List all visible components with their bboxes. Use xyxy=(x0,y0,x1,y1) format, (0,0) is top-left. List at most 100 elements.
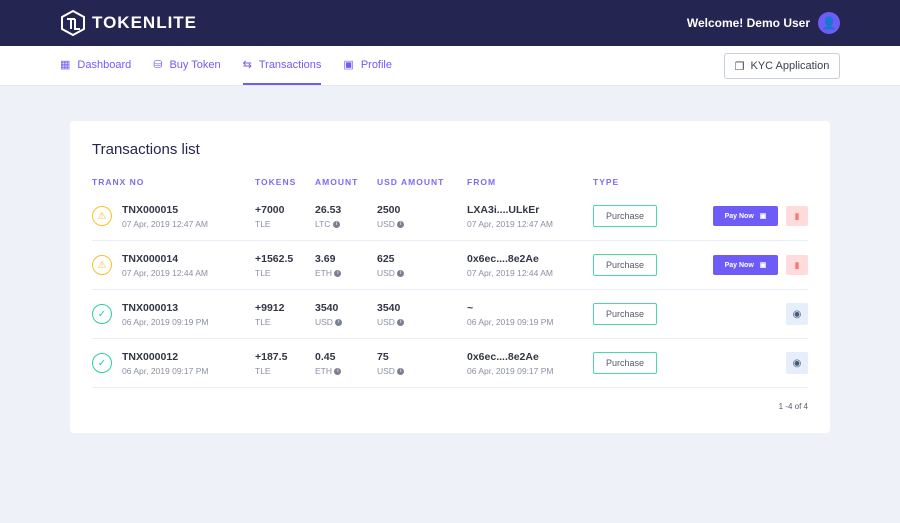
table-row: ✓ TNX000012 06 Apr, 2019 09:17 PM +187.5 TL… xyxy=(92,339,808,388)
pay-now-button[interactable]: Pay Now ▣ xyxy=(713,255,778,275)
nav-label: Profile xyxy=(360,58,392,71)
amount-unit: ETH xyxy=(315,267,332,278)
amount-unit: USD xyxy=(315,316,333,327)
table-row: ⚠ TNX000014 07 Apr, 2019 12:44 AM +1562.5 T… xyxy=(92,241,808,290)
pay-label: Pay Now xyxy=(724,261,754,269)
amount: 3.69 xyxy=(315,252,336,265)
tokens: +1562.5 xyxy=(255,252,294,265)
usd-amount: 625 xyxy=(377,252,395,265)
token-unit: TLE xyxy=(255,267,271,278)
info-icon[interactable]: i xyxy=(397,269,405,277)
check-icon: ✓ xyxy=(92,353,112,373)
tranx-id: TNX000013 xyxy=(122,301,179,314)
from-address: ~ xyxy=(467,301,474,314)
info-icon[interactable]: i xyxy=(334,367,342,375)
col-from: FROM xyxy=(467,177,497,187)
user-avatar-icon[interactable]: 👤 xyxy=(818,12,840,34)
top-bar: TOKENLITE Welcome! Demo User 👤 xyxy=(0,0,900,46)
main-nav: ▦ Dashboard ⛁ Buy Token ⇆ Transactions ▣ Pro… xyxy=(0,46,900,86)
view-button[interactable]: ◉ xyxy=(786,303,808,325)
wallet-icon: ▣ xyxy=(759,213,767,220)
type-badge: Purchase xyxy=(593,254,657,276)
nav-label: Transactions xyxy=(258,58,322,71)
table-header: TRANX NO TOKENS AMOUNT USD AMOUNT FROM T… xyxy=(92,172,808,192)
col-amount: AMOUNT xyxy=(315,177,359,187)
trash-icon: ▮ xyxy=(794,259,800,270)
coins-icon: ⛁ xyxy=(153,59,163,71)
usd-amount: 2500 xyxy=(377,203,401,216)
amount: 3540 xyxy=(315,301,339,314)
from-date: 06 Apr, 2019 09:19 PM xyxy=(467,316,554,327)
usd-unit: USD xyxy=(377,218,395,229)
tokens: +7000 xyxy=(255,203,285,216)
tranx-date: 07 Apr, 2019 12:47 AM xyxy=(122,218,209,229)
amount: 26.53 xyxy=(315,203,342,216)
profile-icon: ▣ xyxy=(343,59,354,71)
grid-icon: ▦ xyxy=(60,59,71,71)
info-icon[interactable]: i xyxy=(334,269,342,277)
trash-icon: ▮ xyxy=(794,210,800,221)
from-date: 07 Apr, 2019 12:47 AM xyxy=(467,218,554,229)
pagination-info: 1 -4 of 4 xyxy=(778,402,808,411)
kyc-label: KYC Application xyxy=(750,60,830,72)
nav-label: Dashboard xyxy=(77,58,132,71)
usd-amount: 3540 xyxy=(377,301,401,314)
token-unit: TLE xyxy=(255,316,271,327)
amount-unit: LTC xyxy=(315,218,331,229)
info-icon[interactable]: i xyxy=(397,367,405,375)
kyc-application-button[interactable]: ❐ KYC Application xyxy=(724,53,840,79)
delete-button[interactable]: ▮ xyxy=(786,255,808,275)
col-type: TYPE xyxy=(593,177,620,187)
tranx-date: 06 Apr, 2019 09:19 PM xyxy=(122,316,209,327)
nav-transactions[interactable]: ⇆ Transactions xyxy=(242,46,322,85)
tranx-id: TNX000015 xyxy=(122,203,179,216)
amount: 0.45 xyxy=(315,350,336,363)
tranx-date: 06 Apr, 2019 09:17 PM xyxy=(122,365,209,376)
logo-text: TOKENLITE xyxy=(92,13,198,32)
view-button[interactable]: ◉ xyxy=(786,352,808,374)
usd-unit: USD xyxy=(377,267,395,278)
type-badge: Purchase xyxy=(593,205,657,227)
logo[interactable]: TOKENLITE xyxy=(60,10,197,36)
info-icon[interactable]: i xyxy=(332,220,340,228)
col-tranx-no: TRANX NO xyxy=(92,177,145,187)
nav-profile[interactable]: ▣ Profile xyxy=(343,46,392,85)
pay-now-button[interactable]: Pay Now ▣ xyxy=(713,206,778,226)
document-icon: ❐ xyxy=(734,60,745,73)
info-icon[interactable]: i xyxy=(397,220,405,228)
delete-button[interactable]: ▮ xyxy=(786,206,808,226)
usd-unit: USD xyxy=(377,365,395,376)
eye-icon: ◉ xyxy=(792,308,802,320)
user-menu[interactable]: Welcome! Demo User 👤 xyxy=(687,12,840,34)
tranx-date: 07 Apr, 2019 12:44 AM xyxy=(122,267,209,278)
swap-icon: ⇆ xyxy=(242,59,252,71)
table-row: ✓ TNX000013 06 Apr, 2019 09:19 PM +9912 TLE… xyxy=(92,290,808,339)
logo-icon xyxy=(61,10,85,36)
type-badge: Purchase xyxy=(593,352,657,374)
info-icon[interactable]: i xyxy=(335,318,343,326)
eye-icon: ◉ xyxy=(792,357,802,369)
pay-label: Pay Now xyxy=(724,212,754,220)
nav-label: Buy Token xyxy=(169,58,221,71)
type-badge: Purchase xyxy=(593,303,657,325)
usd-unit: USD xyxy=(377,316,395,327)
check-icon: ✓ xyxy=(92,304,112,324)
from-address: 0x6ec....8e2Ae xyxy=(467,350,539,363)
amount-unit: ETH xyxy=(315,365,332,376)
tokens: +187.5 xyxy=(255,350,288,363)
wallet-icon: ▣ xyxy=(759,262,767,269)
from-address: 0x6ec....8e2Ae xyxy=(467,252,539,265)
transactions-card: Transactions list TRANX NO TOKENS AMOUNT… xyxy=(70,121,830,433)
usd-amount: 75 xyxy=(377,350,389,363)
from-date: 06 Apr, 2019 09:17 PM xyxy=(467,365,554,376)
nav-dashboard[interactable]: ▦ Dashboard xyxy=(60,46,131,85)
tranx-id: TNX000014 xyxy=(122,252,179,265)
token-unit: TLE xyxy=(255,218,271,229)
info-icon[interactable]: i xyxy=(397,318,405,326)
tokens: +9912 xyxy=(255,301,285,314)
nav-buy-token[interactable]: ⛁ Buy Token xyxy=(153,46,220,85)
from-date: 07 Apr, 2019 12:44 AM xyxy=(467,267,554,278)
warning-icon: ⚠ xyxy=(92,206,112,226)
col-tokens: TOKENS xyxy=(255,177,297,187)
from-address: LXA3i....ULkEr xyxy=(467,203,540,216)
